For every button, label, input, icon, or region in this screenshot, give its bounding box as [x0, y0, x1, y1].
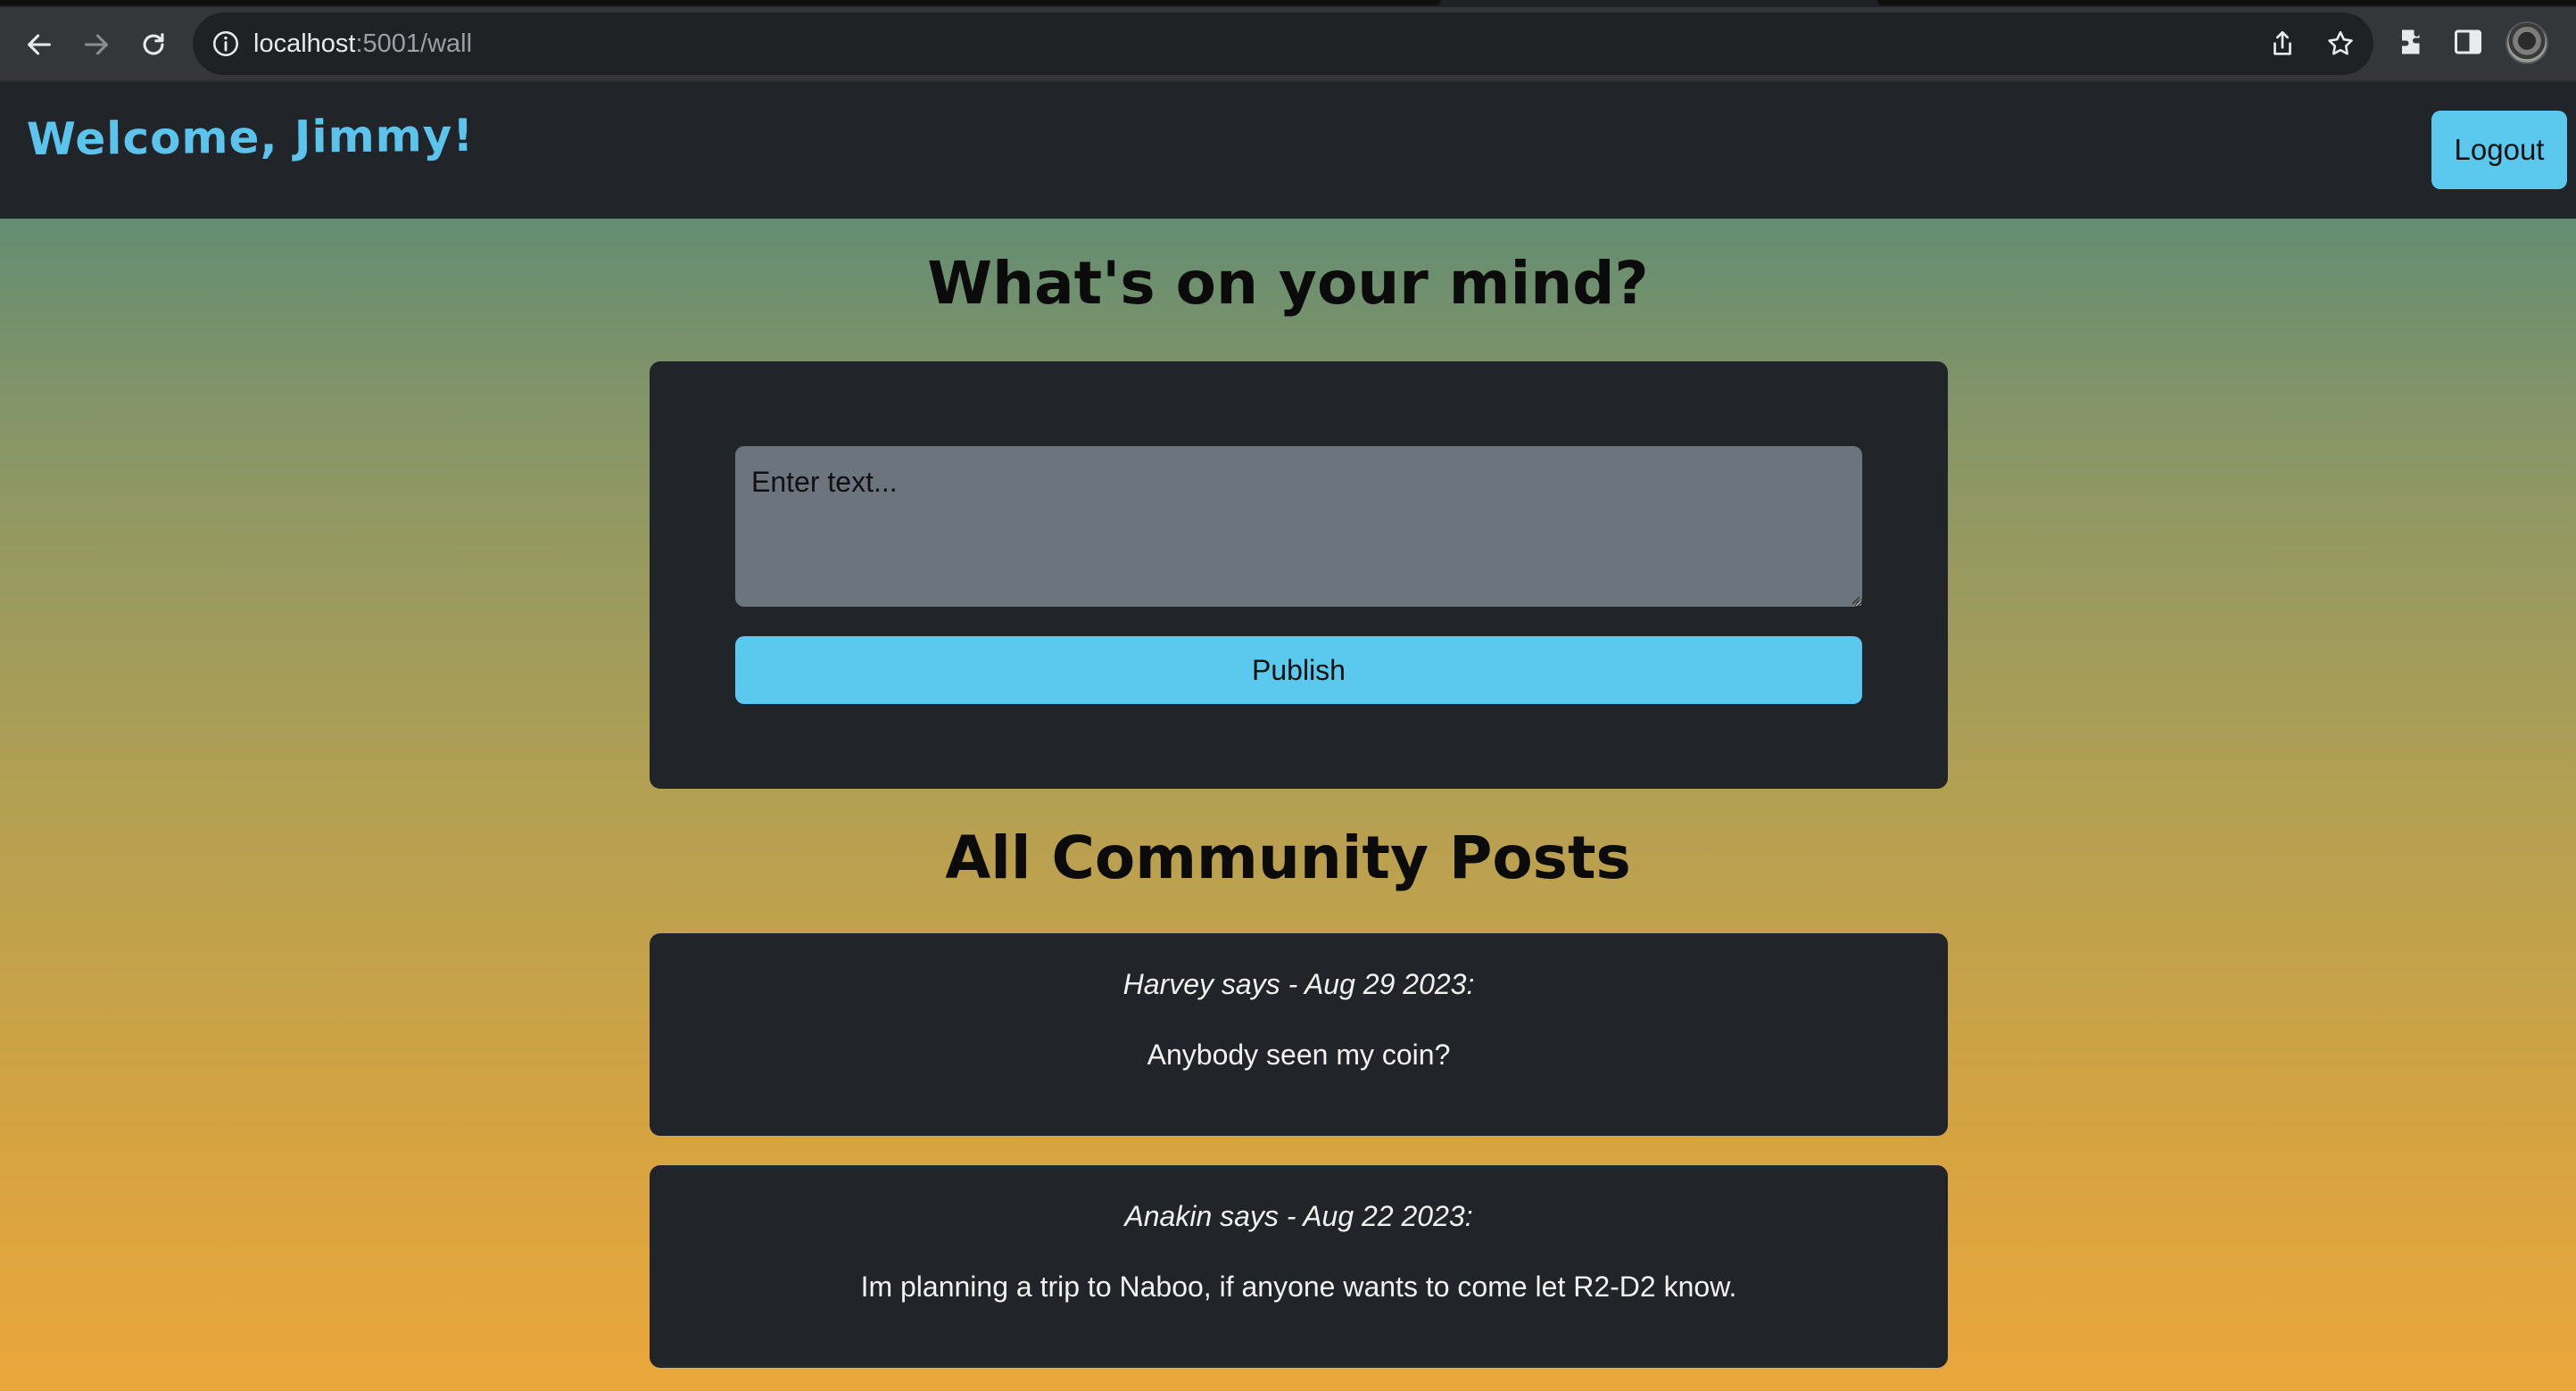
site-header: Welcome, Jimmy! Logout — [0, 82, 2576, 219]
post-card: Harvey says - Aug 29 2023: Anybody seen … — [650, 933, 1948, 1136]
share-icon[interactable] — [2267, 29, 2298, 59]
resize-grip-icon[interactable] — [1850, 594, 1860, 605]
extensions-puzzle-icon[interactable] — [2397, 26, 2429, 58]
compose-title: What's on your mind? — [927, 249, 1649, 318]
post-text-input[interactable] — [735, 446, 1862, 607]
url-path: :5001/wall — [355, 29, 473, 58]
wall-page: Welcome, Jimmy! Logout What's on your mi… — [0, 82, 2576, 1391]
compose-card: Publish — [650, 361, 1948, 789]
welcome-heading: Welcome, Jimmy! — [26, 109, 475, 166]
reload-button[interactable] — [128, 20, 178, 70]
address-bar[interactable]: localhost:5001/wall — [193, 12, 2373, 75]
post-meta: Harvey says - Aug 29 2023: — [1122, 968, 1475, 1000]
publish-button[interactable]: Publish — [735, 636, 1862, 704]
post-meta: Anakin says - Aug 22 2023: — [1124, 1200, 1473, 1232]
tab-strip-left — [0, 0, 1441, 5]
posts-title: All Community Posts — [945, 824, 1631, 892]
url-text: localhost:5001/wall — [253, 29, 472, 59]
star-icon[interactable] — [2325, 29, 2356, 59]
back-button[interactable] — [14, 20, 64, 70]
side-panel-icon[interactable] — [2452, 26, 2484, 58]
arrow-right-icon — [85, 34, 108, 55]
logout-button[interactable]: Logout — [2431, 111, 2567, 189]
forward-button[interactable] — [71, 20, 121, 70]
arrow-left-icon — [28, 34, 51, 55]
info-icon[interactable] — [211, 29, 241, 59]
tab-strip — [0, 0, 2576, 7]
url-host: localhost — [253, 29, 356, 58]
post-body: Anybody seen my coin? — [1147, 1039, 1451, 1071]
post-card: Anakin says - Aug 22 2023: Im planning a… — [650, 1165, 1948, 1368]
profile-avatar[interactable] — [2506, 21, 2548, 64]
tab-strip-right — [1877, 0, 2576, 5]
reload-icon — [143, 33, 164, 55]
browser-toolbar: localhost:5001/wall — [0, 0, 2576, 82]
post-body: Im planning a trip to Naboo, if anyone w… — [860, 1271, 1737, 1303]
